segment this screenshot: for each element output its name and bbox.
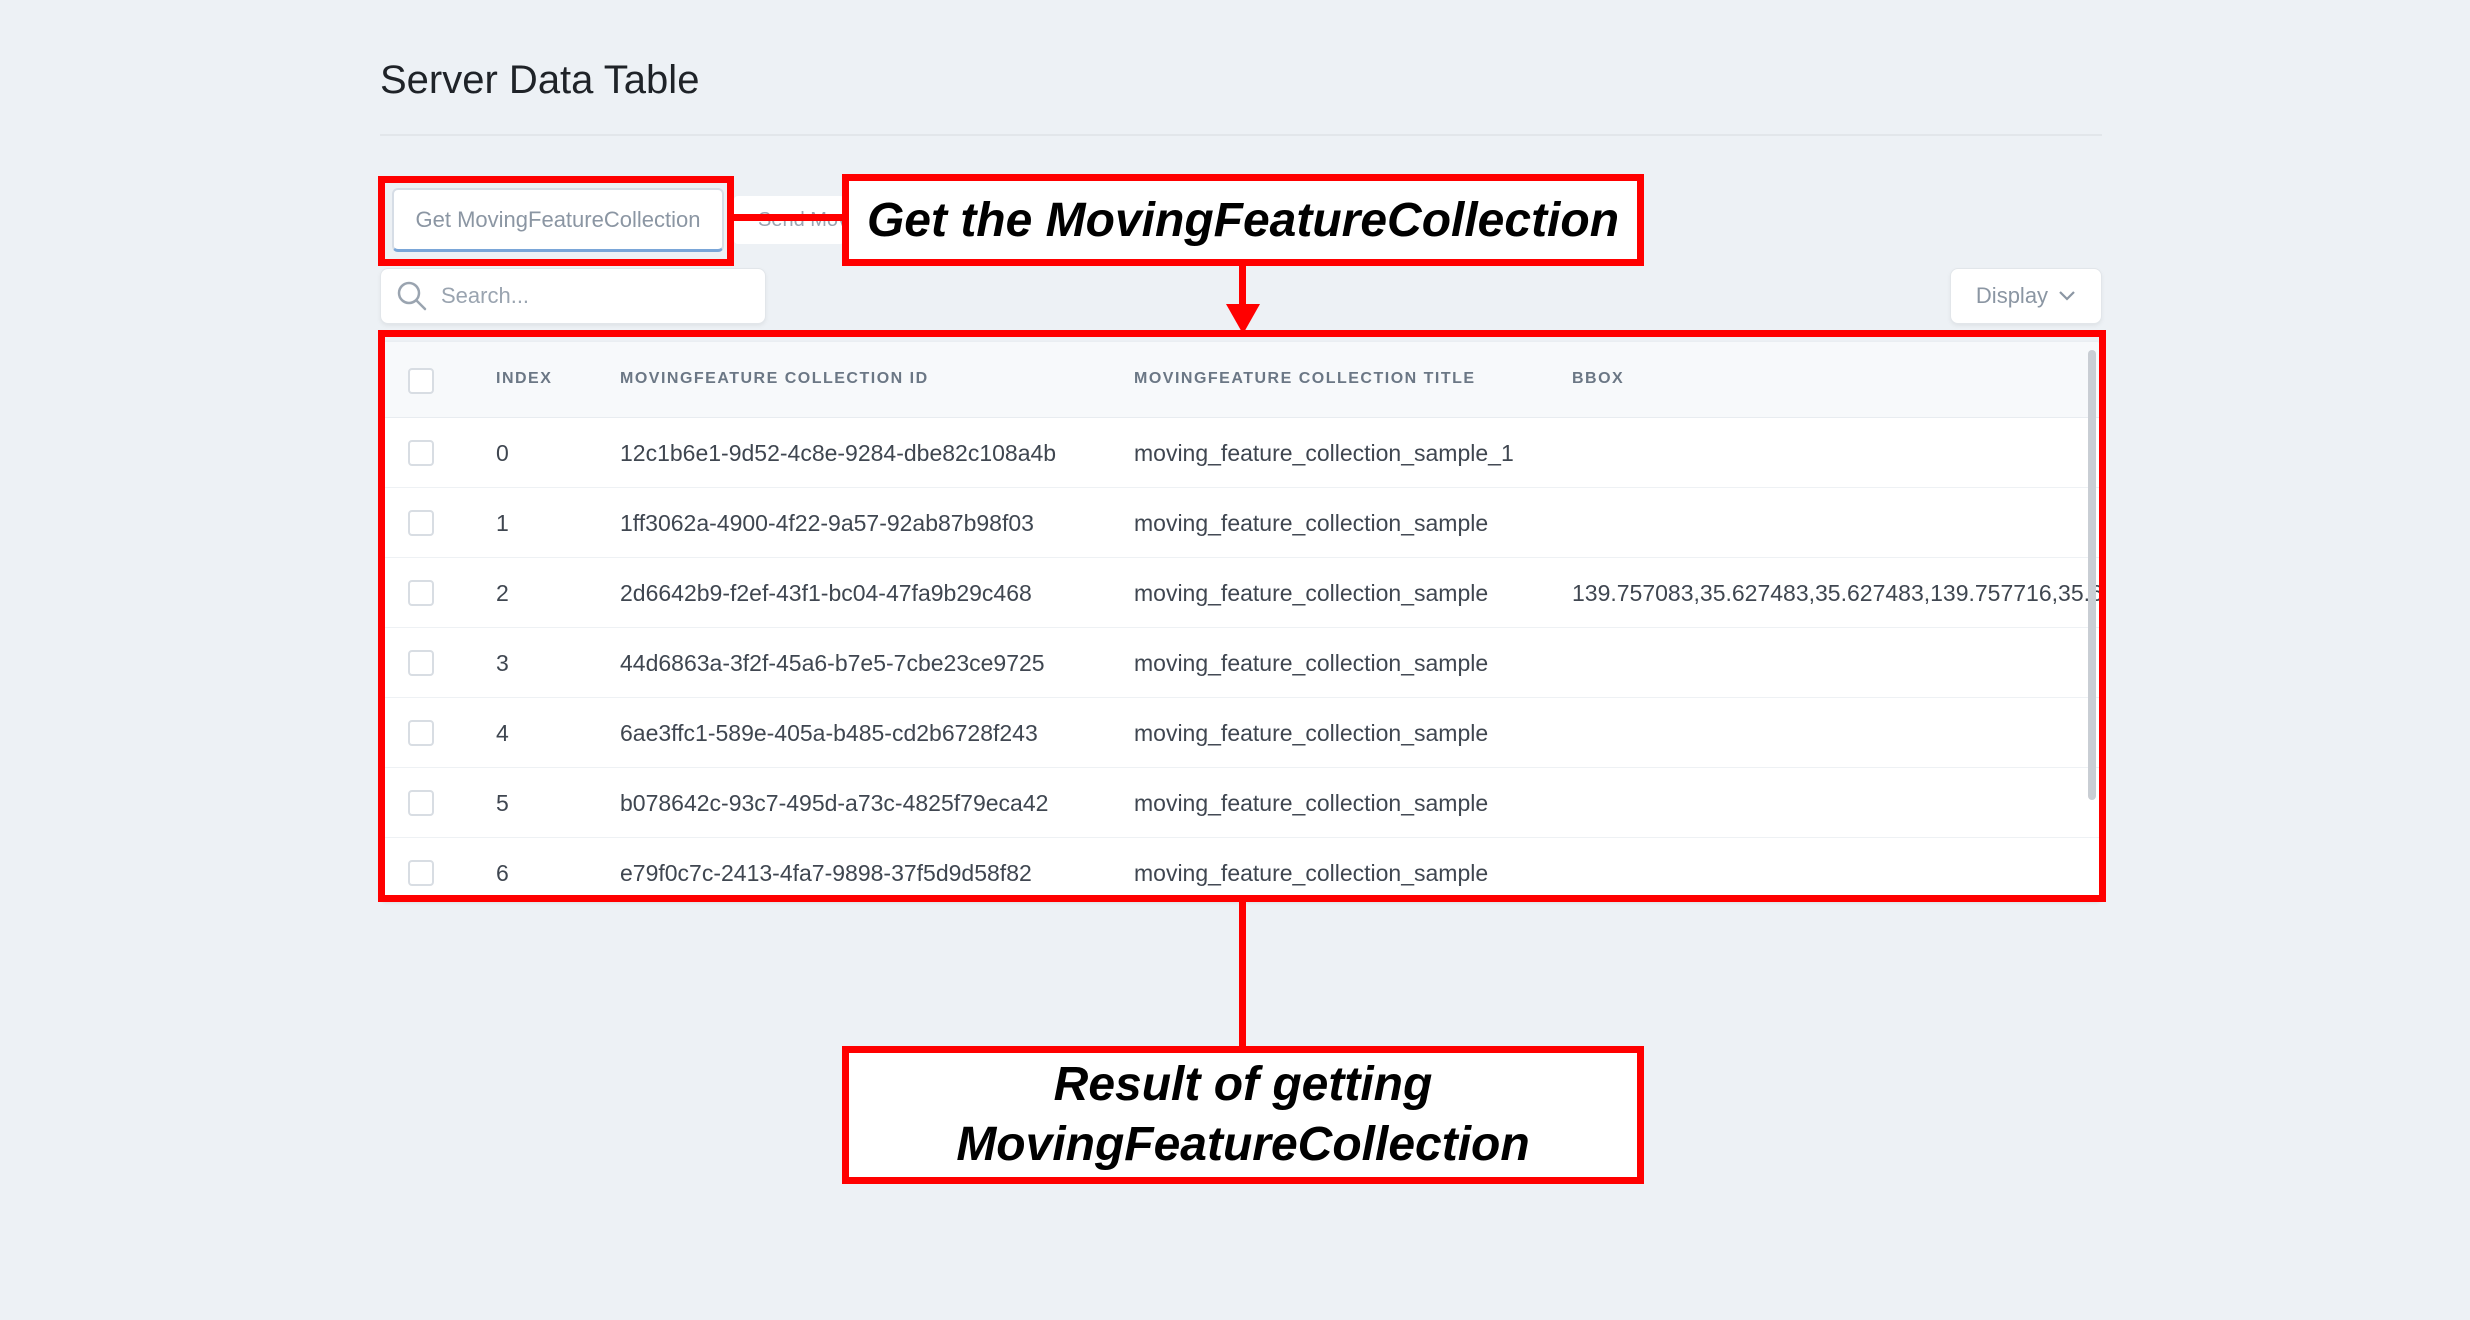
chevron-down-icon xyxy=(2059,291,2075,301)
annotation-box-get-button xyxy=(378,176,734,266)
display-label: Display xyxy=(1975,283,2049,308)
annotation-connector xyxy=(734,214,846,221)
annotation-label-result: Result of getting MovingFeatureCollectio… xyxy=(842,1046,1644,1184)
title-divider xyxy=(380,134,2102,136)
page-title: Server Data Table xyxy=(380,58,700,102)
annotation-label-get: Get the MovingFeatureCollection xyxy=(842,174,1644,266)
search-input[interactable] xyxy=(441,283,741,309)
annotation-connector-vertical xyxy=(1239,902,1246,1048)
search-icon xyxy=(397,281,427,311)
annotation-result-line2: MovingFeatureCollection xyxy=(956,1118,1530,1171)
annotation-box-table xyxy=(378,330,2106,902)
display-dropdown[interactable]: Display xyxy=(1950,268,2102,324)
search-box[interactable] xyxy=(380,268,766,324)
annotation-result-line1: Result of getting xyxy=(1053,1058,1433,1111)
